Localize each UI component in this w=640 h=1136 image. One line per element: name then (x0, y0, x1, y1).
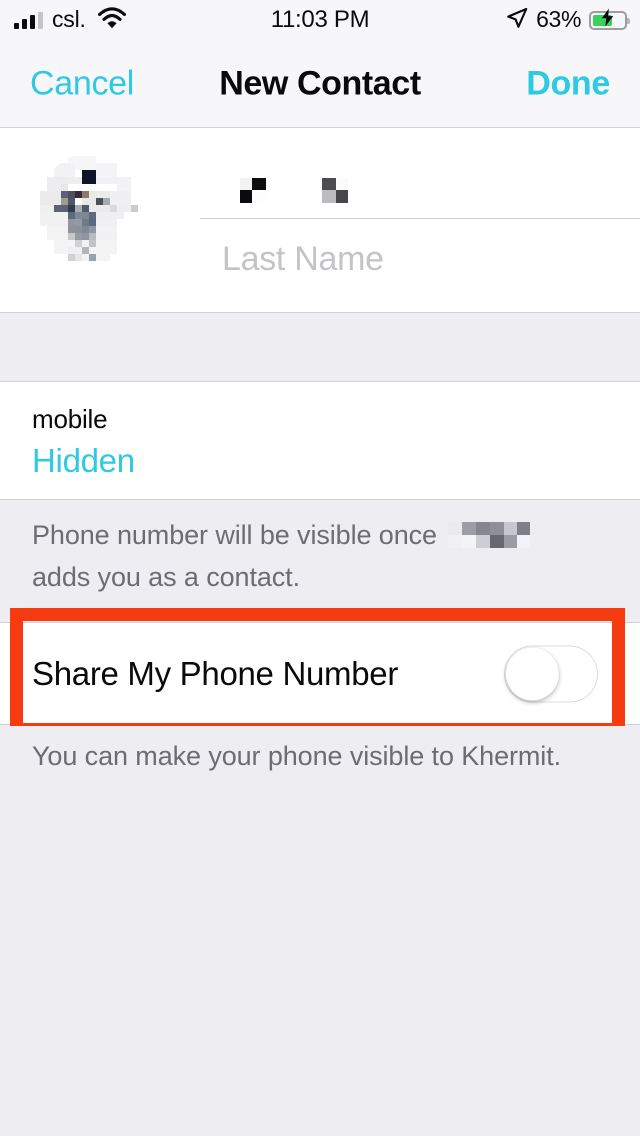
battery-charging-icon (589, 8, 630, 30)
iphone-screen: csl. 11:03 PM 63% Cancel New Contact Don… (0, 0, 640, 1136)
phone-value[interactable]: Hidden (32, 442, 135, 480)
name-fields: Last Name (200, 140, 640, 312)
share-note-text: You can make your phone visible to Kherm… (32, 741, 562, 771)
toggle-knob (506, 647, 559, 700)
last-name-field[interactable]: Last Name (200, 219, 640, 299)
avatar[interactable] (33, 149, 173, 289)
carrier-label: csl. (52, 5, 86, 32)
status-bar-right: 63% (506, 0, 630, 40)
status-bar-left: csl. (14, 0, 127, 40)
avatar-pixelated-photo (33, 149, 173, 289)
battery-percent-label: 63% (536, 5, 581, 32)
note-line-two: adds you as a contact. (32, 562, 300, 592)
clock-label: 11:03 PM (270, 5, 370, 33)
location-arrow-icon (506, 7, 528, 34)
share-my-phone-number-row[interactable]: Share My Phone Number (0, 622, 640, 725)
share-my-phone-number-toggle[interactable] (504, 645, 598, 702)
redacted-contact-name (445, 518, 530, 559)
navigation-bar: Cancel New Contact Done (0, 40, 640, 128)
phone-label: mobile (32, 404, 108, 434)
share-note: You can make your phone visible to Kherm… (0, 726, 640, 1136)
share-my-phone-number-label: Share My Phone Number (32, 654, 399, 692)
last-name-placeholder: Last Name (222, 239, 384, 278)
done-button[interactable]: Done (526, 64, 610, 103)
signal-bars-icon (14, 11, 43, 29)
status-bar: csl. 11:03 PM 63% (0, 0, 640, 40)
phone-visibility-note: Phone number will be visible once adds y… (0, 501, 640, 608)
contact-header-card: Last Name (0, 128, 640, 313)
first-name-field[interactable] (200, 140, 640, 219)
first-name-redacted-value (226, 176, 366, 215)
wifi-icon (97, 6, 127, 34)
note-line-one: Phone number will be visible once (32, 520, 437, 550)
phone-visibility-note-text: Phone number will be visible once adds y… (32, 517, 592, 595)
phone-row[interactable]: mobile Hidden (0, 382, 640, 500)
section-spacer (0, 313, 640, 382)
